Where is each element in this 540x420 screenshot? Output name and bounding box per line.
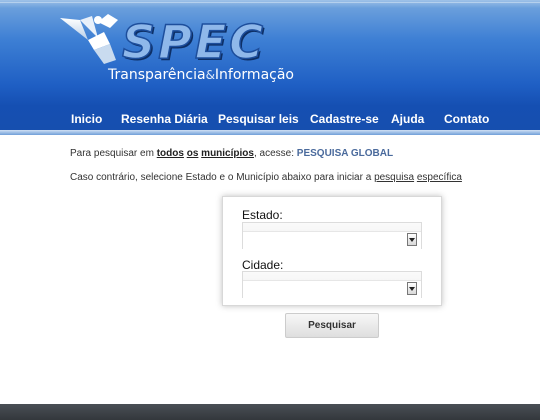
chevron-down-icon bbox=[407, 233, 417, 246]
intro-todos: todos bbox=[156, 148, 184, 159]
estado-select[interactable] bbox=[242, 222, 422, 250]
tagline-amp: & bbox=[205, 68, 215, 82]
header-highlight-line bbox=[0, 2, 540, 3]
nav-item-contato[interactable]: Contato bbox=[444, 108, 489, 130]
intro-line1-prefix: Para pesquisar em bbox=[70, 148, 154, 159]
search-form: Estado: Cidade: bbox=[222, 196, 442, 306]
cidade-select[interactable] bbox=[242, 271, 422, 299]
nav-item-pesquisar-leis[interactable]: Pesquisar leis bbox=[218, 108, 299, 130]
chevron-down-icon bbox=[407, 282, 417, 295]
nav-item-cadastre-se[interactable]: Cadastre-se bbox=[310, 108, 379, 130]
intro-municipios: municípios bbox=[201, 148, 254, 159]
tagline: Transparência&Informação bbox=[108, 66, 294, 84]
header-bottom-stripe bbox=[0, 130, 540, 135]
intro-line-specific: Caso contrário, selecione Estado e o Mun… bbox=[70, 172, 462, 183]
nav-item-inicio[interactable]: Inicio bbox=[71, 108, 102, 130]
nav-item-ajuda[interactable]: Ajuda bbox=[391, 108, 424, 130]
intro-os: os bbox=[186, 148, 199, 159]
estado-label: Estado: bbox=[242, 208, 283, 222]
site-header: SPEC Transparência&Informação Inicio Res… bbox=[0, 0, 540, 135]
main-nav: Inicio Resenha Diária Pesquisar leis Cad… bbox=[0, 108, 540, 130]
pesquisar-button[interactable]: Pesquisar bbox=[285, 313, 379, 338]
cidade-label: Cidade: bbox=[242, 258, 284, 272]
intro-line2-prefix: Caso contrário, selecione Estado e o Mun… bbox=[70, 172, 372, 183]
page-footer bbox=[0, 404, 540, 420]
tagline-part1: Transparência bbox=[108, 67, 206, 83]
nav-item-resenha-diaria[interactable]: Resenha Diária bbox=[121, 108, 208, 130]
logo-bird-icon bbox=[60, 14, 118, 64]
cidade-select-value bbox=[243, 280, 421, 299]
pesquisa-global-link[interactable]: PESQUISA GLOBAL bbox=[297, 148, 393, 159]
logo-wordmark: SPEC bbox=[121, 15, 267, 69]
intro-pesquisa: pesquisa bbox=[374, 172, 415, 183]
estado-select-value bbox=[243, 231, 421, 250]
intro-especifica: específica bbox=[416, 172, 462, 183]
tagline-part2: Informação bbox=[214, 67, 294, 83]
intro-line1-suffix: , acesse: bbox=[253, 148, 294, 159]
intro-line-global: Para pesquisar em todos os municípios, a… bbox=[70, 148, 393, 159]
